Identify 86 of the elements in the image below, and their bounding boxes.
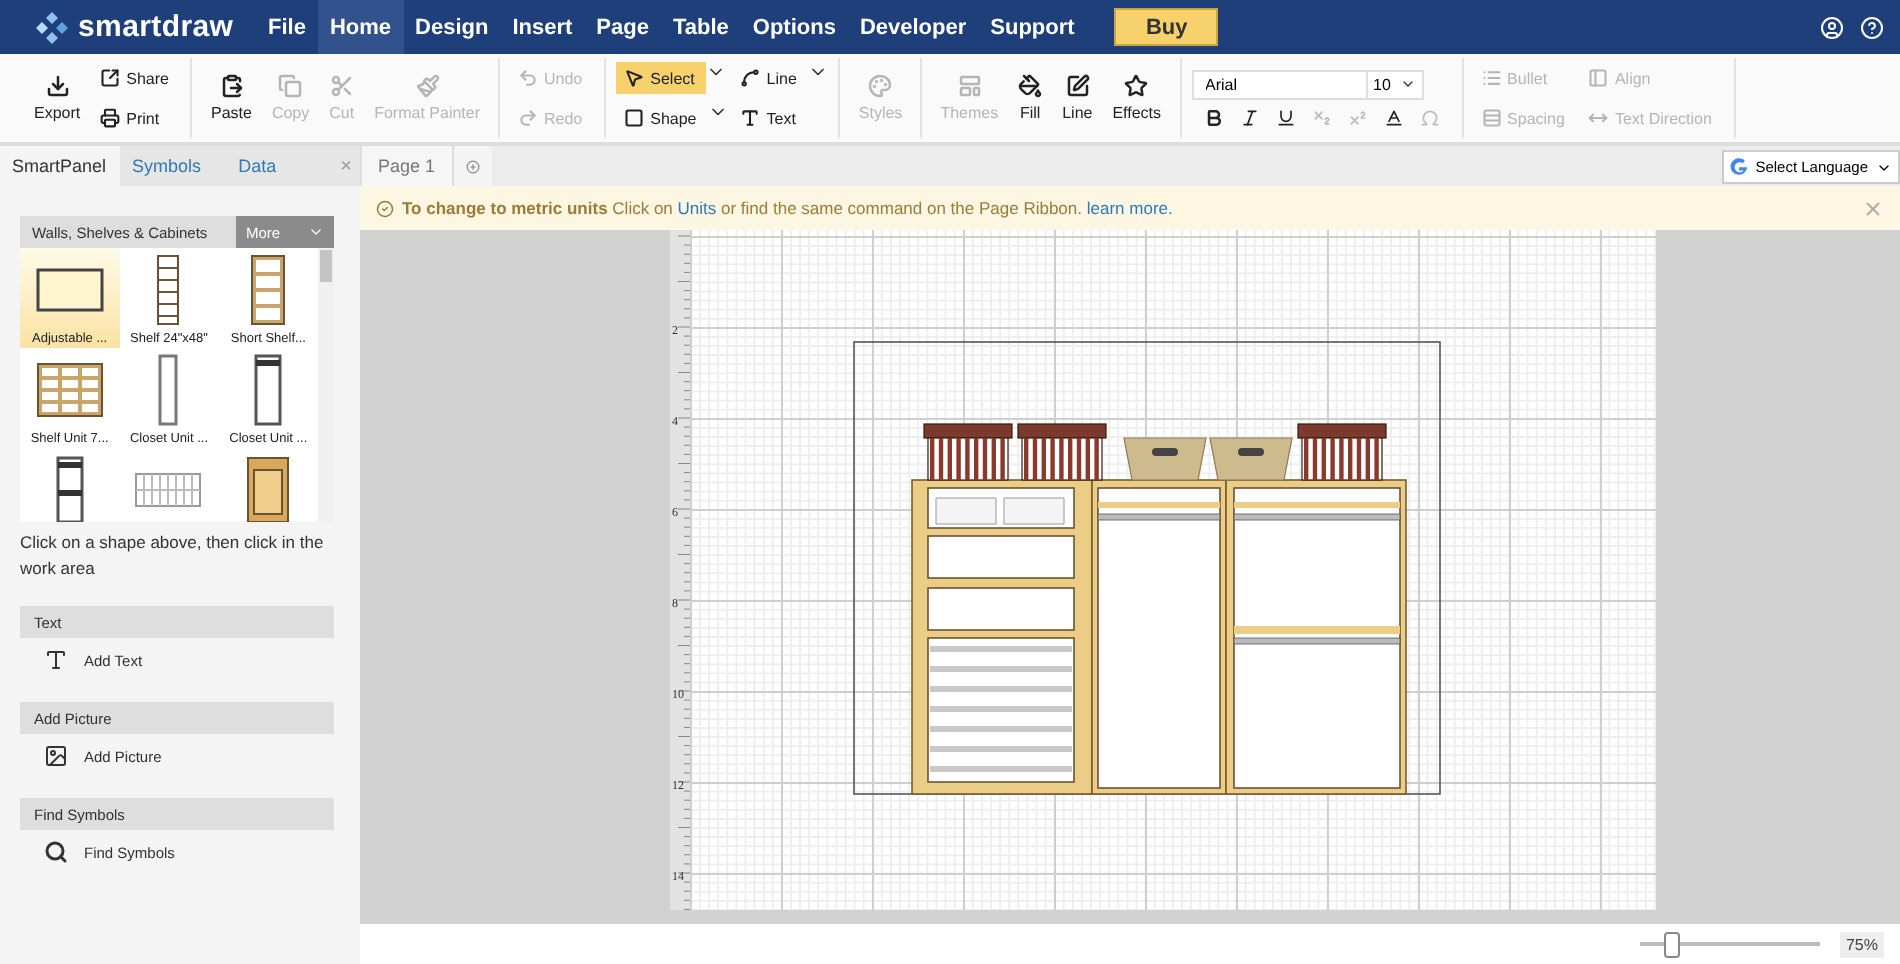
shape-icon xyxy=(624,108,645,128)
undo-icon xyxy=(518,68,538,88)
select-icon xyxy=(624,68,645,88)
shape-thumbnail-icon xyxy=(246,456,291,522)
font-field[interactable]: Arial xyxy=(1191,69,1368,99)
select-button[interactable]: Select xyxy=(616,62,707,94)
text-tool-button[interactable]: Text xyxy=(732,102,829,134)
logo-icon xyxy=(36,11,68,43)
print-button[interactable]: Print xyxy=(92,102,181,134)
shape-thumbnail-icon xyxy=(35,268,104,312)
font-size-field[interactable]: 10 xyxy=(1367,69,1424,99)
hint-text: Click on a shape above, then click in the work area xyxy=(20,530,326,582)
symbol-icon[interactable] xyxy=(1419,107,1440,127)
shape-button[interactable]: Shape xyxy=(616,102,709,134)
export-icon xyxy=(45,74,70,98)
shape-thumbnail-icon xyxy=(134,472,203,508)
menu-item[interactable]: Home xyxy=(317,0,404,54)
google-icon xyxy=(1729,158,1748,176)
close-icon xyxy=(1862,197,1884,219)
text-icon xyxy=(44,648,68,672)
panel-tab[interactable]: Symbols xyxy=(120,146,227,186)
menu-item[interactable]: Options xyxy=(740,0,848,54)
units-link[interactable]: Units xyxy=(677,198,717,218)
text-direction-icon xyxy=(1588,108,1609,128)
shape-thumbnail-icon xyxy=(254,354,283,426)
bold-icon[interactable] xyxy=(1203,107,1224,127)
superscript-icon[interactable] xyxy=(1347,107,1368,127)
add-page-button[interactable] xyxy=(451,146,492,186)
underline-icon[interactable] xyxy=(1275,107,1296,127)
shape-thumbnail-icon xyxy=(250,254,287,326)
paste-button[interactable]: Paste xyxy=(202,70,260,126)
line-tool-icon xyxy=(740,68,761,88)
caret-icon xyxy=(1399,76,1416,92)
menu-item[interactable]: Insert xyxy=(500,0,585,54)
shape-thumbnail-icon xyxy=(156,254,181,326)
search-icon xyxy=(44,840,68,864)
share-icon xyxy=(100,68,121,88)
cut-icon xyxy=(329,74,354,98)
add-icon xyxy=(465,155,480,177)
check-icon xyxy=(376,199,394,217)
notice-text: To change to metric units Click on Units or find the same command on the Page Ribbon. learn more. xyxy=(402,198,1173,218)
themes-icon xyxy=(957,74,982,98)
effects-button[interactable]: Effects xyxy=(1104,70,1170,126)
menu-item[interactable]: Developer xyxy=(847,0,979,54)
copy-icon xyxy=(278,74,303,98)
font-color-icon[interactable] xyxy=(1383,107,1404,127)
format-painter-icon xyxy=(415,74,440,98)
shape-thumbnail-icon xyxy=(55,456,84,522)
page-tab[interactable]: Page 1 xyxy=(360,146,452,186)
menu-item[interactable]: Table xyxy=(660,0,741,54)
text-tool-icon xyxy=(740,108,761,128)
line-tool-button[interactable]: Line xyxy=(732,62,809,94)
shape-thumbnail-icon xyxy=(158,354,179,426)
menu-item[interactable]: Design xyxy=(403,0,501,54)
account-icon[interactable] xyxy=(1820,15,1844,39)
fill-icon xyxy=(1018,74,1043,98)
caret-icon xyxy=(308,224,324,240)
share-button[interactable]: Share xyxy=(92,62,181,94)
subscript-icon[interactable] xyxy=(1311,107,1332,127)
effects-icon xyxy=(1124,74,1149,98)
shape-thumbnail-icon xyxy=(35,362,104,418)
line-button[interactable]: Line xyxy=(1054,70,1101,126)
redo-icon xyxy=(518,108,538,128)
menu-item[interactable]: Support xyxy=(978,0,1087,54)
menu-item[interactable]: Page xyxy=(584,0,661,54)
buy-button[interactable]: Buy xyxy=(1114,8,1219,46)
print-icon xyxy=(100,108,121,128)
slider-thumb[interactable] xyxy=(1664,931,1681,957)
export-button[interactable]: Export xyxy=(26,70,89,126)
scrollbar[interactable] xyxy=(318,248,334,522)
line-icon xyxy=(1065,74,1090,98)
styles-icon xyxy=(868,74,893,98)
paste-icon xyxy=(219,74,244,98)
logo-text: smartdraw xyxy=(78,10,234,44)
learn-more-link[interactable]: learn more. xyxy=(1086,198,1173,218)
italic-icon[interactable] xyxy=(1239,107,1260,127)
zoom-level: 75% xyxy=(1839,931,1884,957)
close-button[interactable] xyxy=(1862,197,1884,219)
align-icon xyxy=(1588,68,1609,88)
menu-item[interactable]: File xyxy=(256,0,318,54)
help-icon[interactable] xyxy=(1860,15,1884,39)
spacing-icon xyxy=(1481,108,1502,128)
panel-tab[interactable]: SmartPanel xyxy=(0,146,120,186)
fill-button[interactable]: Fill xyxy=(1010,70,1051,126)
image-icon xyxy=(44,744,68,768)
panel-tab[interactable]: Data xyxy=(226,146,333,186)
